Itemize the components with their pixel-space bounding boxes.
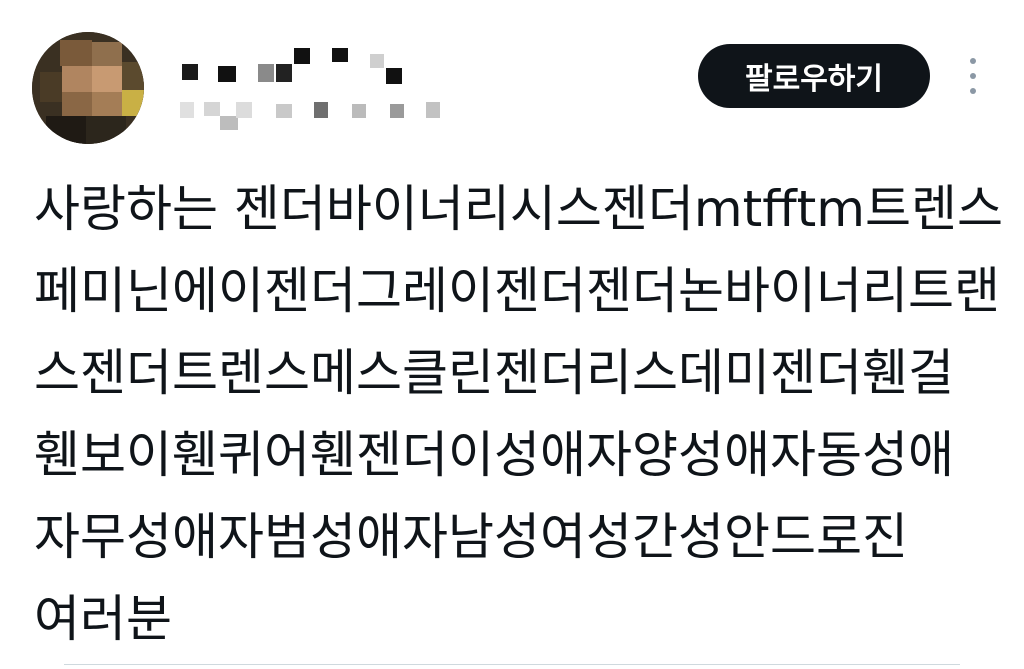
post-text-line: 페미닌에이젠더그레이젠더젠더논바이너리트랜 xyxy=(34,262,1000,320)
post-text-line: 스젠더트렌스메스클린젠더리스데미젠더휀걸 xyxy=(34,344,954,402)
post-card: 팔로우하기 사랑하는 젠더바이너리시스젠더mtfftm트렌스 페미닌에이젠더그레… xyxy=(0,0,1024,669)
post-text-line: 자무성애자범성애자남성여성간성안드로진 xyxy=(34,508,908,566)
post-text: 사랑하는 젠더바이너리시스젠더mtfftm트렌스 페미닌에이젠더그레이젠더젠더논… xyxy=(34,168,1003,660)
username-redacted[interactable] xyxy=(180,44,440,134)
post-text-line: 사랑하는 젠더바이너리시스젠더mtfftm트렌스 xyxy=(34,180,1003,238)
avatar[interactable] xyxy=(32,32,144,144)
more-dot xyxy=(970,58,976,64)
more-dot xyxy=(970,88,976,94)
divider xyxy=(64,664,960,665)
post-text-line: 휀보이휀퀴어휀젠더이성애자양성애자동성애 xyxy=(34,426,954,484)
more-dot xyxy=(970,73,976,79)
more-vertical-icon[interactable] xyxy=(958,58,988,94)
post-text-line: 여러분 xyxy=(34,590,172,648)
follow-button[interactable]: 팔로우하기 xyxy=(698,44,930,108)
